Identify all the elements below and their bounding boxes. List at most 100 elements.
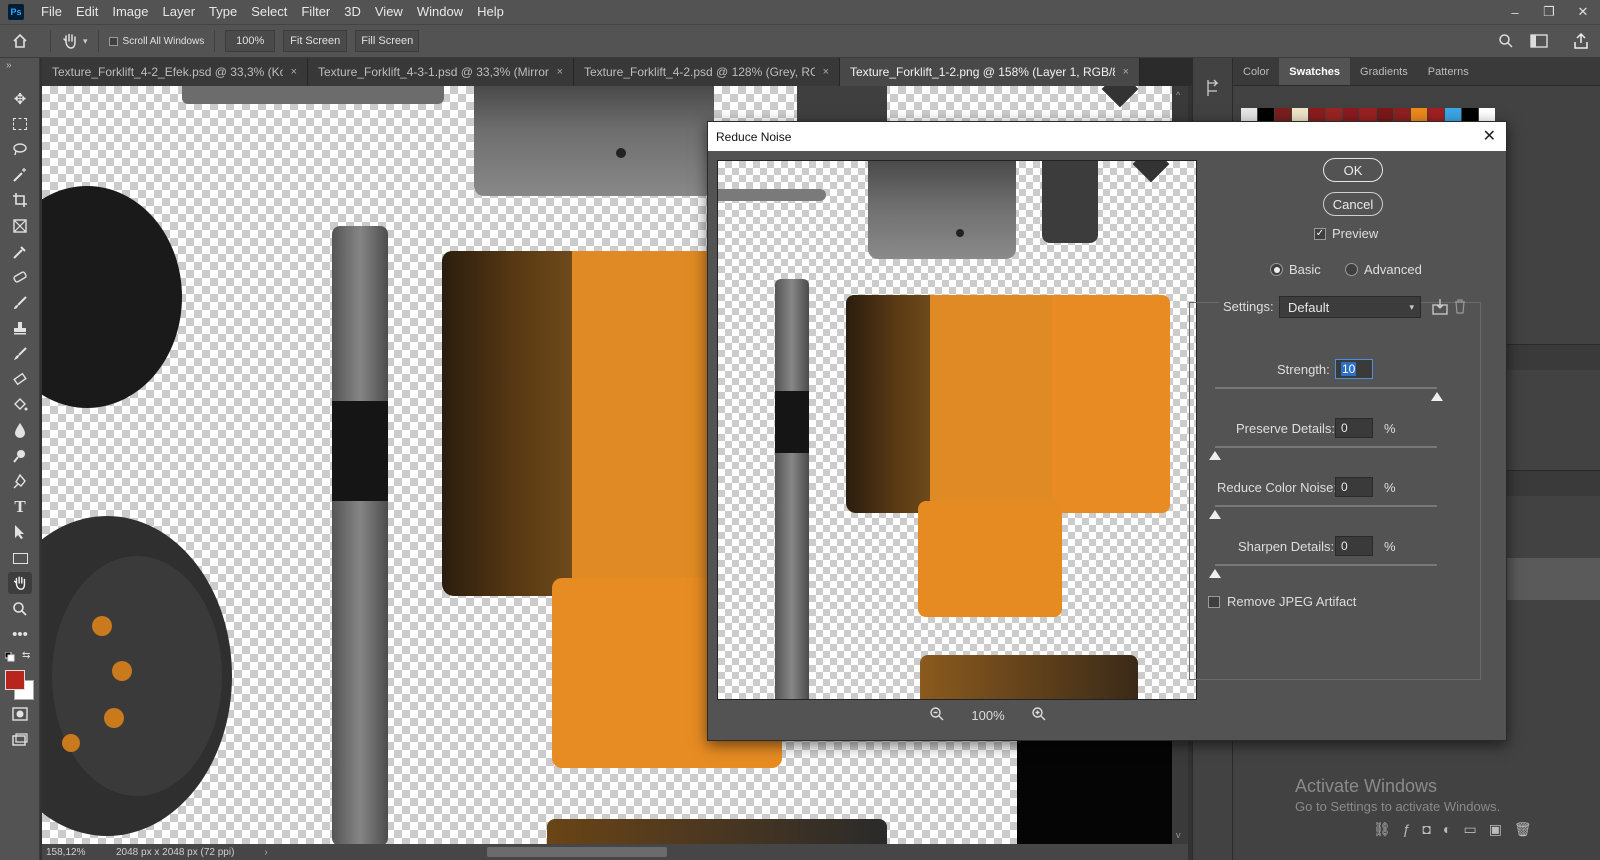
- color-swatch[interactable]: [1258, 108, 1274, 122]
- preserve-details-slider[interactable]: [1215, 446, 1437, 448]
- reduce-color-noise-slider-thumb[interactable]: [1209, 510, 1221, 519]
- paint-bucket-tool-icon[interactable]: [8, 394, 32, 416]
- blur-tool-icon[interactable]: [8, 419, 32, 441]
- scroll-up-icon[interactable]: ^: [1176, 90, 1180, 100]
- horizontal-scroll-thumb[interactable]: [487, 847, 667, 857]
- share-icon[interactable]: [1572, 32, 1590, 53]
- menu-layer[interactable]: Layer: [156, 0, 203, 24]
- strength-slider-thumb[interactable]: [1431, 392, 1443, 401]
- close-window-button[interactable]: ✕: [1566, 0, 1600, 24]
- ok-button[interactable]: OK: [1323, 158, 1383, 182]
- preview-checkbox[interactable]: ✓ Preview: [1314, 226, 1378, 241]
- history-panel-icon[interactable]: [1205, 78, 1221, 101]
- color-swatch[interactable]: [1343, 108, 1359, 122]
- zoom-in-icon[interactable]: [1031, 706, 1047, 725]
- checkbox-icon[interactable]: [1208, 595, 1220, 608]
- sharpen-details-input[interactable]: 0: [1335, 536, 1373, 556]
- checkbox-icon[interactable]: [108, 36, 118, 46]
- color-swatch[interactable]: [1275, 108, 1291, 122]
- color-swatch[interactable]: [1326, 108, 1342, 122]
- hand-tool-icon[interactable]: [8, 572, 32, 594]
- reduce-color-noise-input[interactable]: 0: [1335, 477, 1373, 497]
- remove-jpeg-artifact-checkbox[interactable]: Remove JPEG Artifact: [1208, 594, 1356, 609]
- magic-wand-tool-icon[interactable]: [8, 164, 32, 186]
- document-tab[interactable]: Texture_Forklift_4-2.psd @ 128% (Grey, R…: [574, 58, 840, 86]
- sharpen-details-slider-thumb[interactable]: [1209, 569, 1221, 578]
- color-swatch[interactable]: [1292, 108, 1308, 122]
- tab-swatches[interactable]: Swatches: [1279, 58, 1351, 85]
- tab-color[interactable]: Color: [1233, 58, 1279, 85]
- document-tab[interactable]: Texture_Forklift_4-3-1.psd @ 33,3% (Mirr…: [308, 58, 574, 86]
- scroll-down-icon[interactable]: v: [1176, 830, 1181, 840]
- trash-icon[interactable]: [1453, 298, 1467, 317]
- home-icon[interactable]: [0, 33, 40, 49]
- close-icon[interactable]: ×: [823, 66, 829, 78]
- reduce-color-noise-slider[interactable]: [1215, 505, 1437, 507]
- menu-select[interactable]: Select: [244, 0, 294, 24]
- close-icon[interactable]: ×: [291, 66, 297, 78]
- fill-screen-button[interactable]: Fill Screen: [355, 30, 420, 52]
- cancel-button[interactable]: Cancel: [1323, 192, 1383, 216]
- brush-tool-icon[interactable]: [8, 292, 32, 314]
- zoom-100-button[interactable]: 100%: [225, 30, 276, 52]
- menu-help[interactable]: Help: [470, 0, 511, 24]
- chevron-down-icon[interactable]: ▾: [83, 36, 88, 47]
- color-swatch[interactable]: [1394, 108, 1410, 122]
- menu-type[interactable]: Type: [202, 0, 244, 24]
- fit-screen-button[interactable]: Fit Screen: [283, 30, 348, 52]
- layer-action-icons[interactable]: ⛓ƒ◘◐▭▣🗑: [1373, 821, 1544, 838]
- color-swatch[interactable]: [1241, 108, 1257, 122]
- strength-input[interactable]: 10: [1335, 359, 1373, 379]
- color-swatch[interactable]: [1462, 108, 1478, 122]
- menu-view[interactable]: View: [368, 0, 410, 24]
- zoom-tool-icon[interactable]: [8, 598, 32, 620]
- color-swatch[interactable]: [1479, 108, 1495, 122]
- color-swatch[interactable]: [1360, 108, 1376, 122]
- save-settings-icon[interactable]: [1431, 298, 1449, 319]
- tab-patterns[interactable]: Patterns: [1418, 58, 1479, 85]
- move-tool-icon[interactable]: ✥: [8, 88, 32, 110]
- status-menu-icon[interactable]: ›: [264, 847, 267, 858]
- pen-tool-icon[interactable]: [8, 470, 32, 492]
- clone-stamp-tool-icon[interactable]: [8, 317, 32, 339]
- eyedropper-tool-icon[interactable]: [8, 241, 32, 263]
- workspace-icon[interactable]: [1530, 33, 1550, 52]
- path-selection-tool-icon[interactable]: [8, 521, 32, 543]
- color-swatch[interactable]: [1377, 108, 1393, 122]
- tab-gradients[interactable]: Gradients: [1350, 58, 1418, 85]
- hand-icon[interactable]: ▾: [61, 32, 88, 50]
- quick-mask-icon[interactable]: [8, 703, 32, 725]
- document-tab-active[interactable]: Texture_Forklift_1-2.png @ 158% (Layer 1…: [840, 58, 1140, 86]
- document-tab[interactable]: Texture_Forklift_4-2_Efek.psd @ 33,3% (K…: [42, 58, 308, 86]
- menu-window[interactable]: Window: [410, 0, 470, 24]
- mode-advanced-radio[interactable]: Advanced: [1345, 262, 1422, 277]
- rectangle-tool-icon[interactable]: [8, 547, 32, 569]
- scroll-all-windows-checkbox[interactable]: Scroll All Windows: [108, 36, 204, 47]
- default-colors-icon[interactable]: [4, 651, 15, 665]
- search-icon[interactable]: [1498, 33, 1514, 52]
- healing-brush-tool-icon[interactable]: [8, 266, 32, 288]
- dodge-tool-icon[interactable]: [8, 445, 32, 467]
- restore-button[interactable]: ❐: [1532, 0, 1566, 24]
- close-icon[interactable]: ×: [557, 66, 563, 78]
- zoom-readout[interactable]: 158,12%: [46, 847, 106, 858]
- close-icon[interactable]: ×: [1123, 66, 1129, 78]
- settings-dropdown[interactable]: Default ▾: [1279, 296, 1421, 318]
- radio-icon[interactable]: [1345, 263, 1358, 276]
- crop-tool-icon[interactable]: [8, 189, 32, 211]
- marquee-tool-icon[interactable]: [8, 113, 32, 135]
- filter-preview[interactable]: [717, 160, 1197, 700]
- color-swatch[interactable]: [1411, 108, 1427, 122]
- sharpen-details-slider[interactable]: [1215, 564, 1437, 566]
- close-icon[interactable]: ✕: [1483, 126, 1496, 146]
- zoom-out-icon[interactable]: [929, 706, 945, 725]
- menu-3d[interactable]: 3D: [337, 0, 368, 24]
- history-brush-tool-icon[interactable]: [8, 343, 32, 365]
- mode-basic-radio[interactable]: Basic: [1270, 262, 1321, 277]
- eraser-tool-icon[interactable]: [8, 368, 32, 390]
- radio-icon[interactable]: [1270, 263, 1283, 276]
- menu-file[interactable]: File: [34, 0, 69, 24]
- strength-slider[interactable]: [1215, 387, 1437, 389]
- menu-edit[interactable]: Edit: [69, 0, 105, 24]
- preserve-details-slider-thumb[interactable]: [1209, 451, 1221, 460]
